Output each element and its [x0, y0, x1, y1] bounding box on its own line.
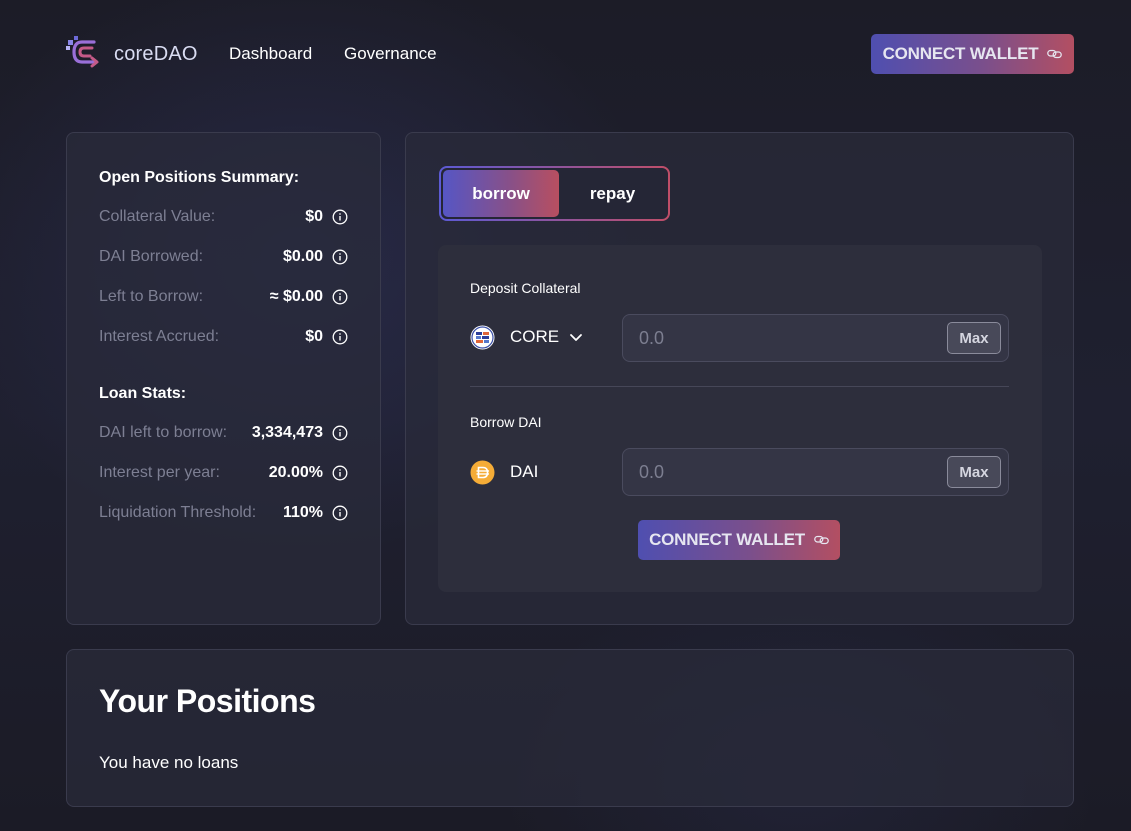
borrow-dai-label: Borrow DAI [470, 414, 542, 430]
stat-value: $0 [305, 208, 323, 225]
positions-summary-panel: Open Positions Summary: Collateral Value… [66, 132, 381, 625]
top-navigation: coreDAO Dashboard Governance CONNECT WAL… [0, 0, 1131, 108]
loan-stats-heading: Loan Stats: [99, 385, 187, 402]
toggle-track: borrow repay [441, 168, 668, 219]
nav-dashboard[interactable]: Dashboard [229, 44, 312, 64]
coredao-logo-icon [66, 36, 104, 72]
connect-wallet-label: CONNECT WALLET [649, 530, 805, 549]
stat-liquidation-threshold: Liquidation Threshold: 110% [99, 502, 348, 524]
borrow-amount-input[interactable] [639, 449, 939, 495]
stat-label: DAI Borrowed: [99, 248, 204, 265]
borrow-token-name: DAI [510, 462, 539, 481]
stat-label: Collateral Value: [99, 208, 216, 225]
form-divider [470, 386, 1009, 387]
info-icon[interactable] [332, 289, 348, 305]
collateral-amount-input[interactable] [639, 315, 939, 361]
positions-title: Your Positions [99, 683, 316, 719]
borrow-amount-field: Max [622, 448, 1009, 496]
header-connect-wallet-button[interactable]: CONNECT WALLET [871, 34, 1074, 74]
borrow-max-button[interactable]: Max [947, 456, 1001, 488]
brand-logo[interactable]: coreDAO [66, 36, 198, 72]
stat-value: 110% [282, 504, 323, 521]
nav-governance[interactable]: Governance [344, 44, 437, 64]
stat-interest-per-year: Interest per year: 20.00% [99, 462, 348, 484]
brand-name: coreDAO [114, 42, 198, 65]
stat-value: $0.00 [282, 248, 323, 265]
borrow-repay-toggle: borrow repay [439, 166, 670, 221]
stat-label: Interest per year: [99, 464, 220, 481]
link-chain-icon [1047, 48, 1063, 60]
stat-collateral-value: Collateral Value: $0 [99, 206, 348, 228]
stat-label: Interest Accrued: [99, 328, 220, 345]
collateral-token-name: CORE [510, 327, 560, 346]
info-icon[interactable] [332, 505, 348, 521]
stat-dai-borrowed: DAI Borrowed: $0.00 [99, 246, 348, 268]
info-icon[interactable] [332, 249, 348, 265]
tab-borrow[interactable]: borrow [443, 170, 559, 217]
deposit-collateral-label: Deposit Collateral [470, 280, 581, 296]
stat-value: ≈ $0.00 [269, 288, 323, 305]
form-connect-wallet-button[interactable]: CONNECT WALLET [638, 520, 840, 560]
collateral-amount-field: Max [622, 314, 1009, 362]
stat-interest-accrued: Interest Accrued: $0 [99, 326, 348, 348]
collateral-max-button[interactable]: Max [947, 322, 1001, 354]
stat-value: $0 [305, 328, 323, 345]
borrow-form: Deposit Collateral CORE 0.0 Max Borrow D… [438, 245, 1042, 592]
borrow-token: DAI [470, 459, 538, 485]
connect-wallet-label: CONNECT WALLET [882, 44, 1039, 63]
your-positions-panel: Your Positions You have no loans [66, 649, 1074, 807]
info-icon[interactable] [332, 209, 348, 225]
link-chain-icon [814, 534, 829, 546]
chevron-down-icon[interactable] [569, 333, 583, 342]
open-positions-heading: Open Positions Summary: [99, 169, 300, 186]
tab-repay[interactable]: repay [559, 170, 666, 217]
info-icon[interactable] [332, 465, 348, 481]
stat-label: Left to Borrow: [99, 288, 204, 305]
stat-label: Liquidation Threshold: [99, 504, 257, 521]
stat-label: DAI left to borrow: [99, 424, 228, 441]
info-icon[interactable] [332, 425, 348, 441]
stat-left-to-borrow: Left to Borrow: ≈ $0.00 [99, 286, 348, 308]
collateral-token-select[interactable]: CORE [470, 324, 583, 350]
dai-token-icon [470, 460, 495, 485]
stat-dai-left-to-borrow: DAI left to borrow: 3,334,473 [99, 422, 348, 444]
borrow-repay-panel: borrow repay Deposit Collateral CORE 0.0… [405, 132, 1074, 625]
core-token-icon [470, 325, 495, 350]
stat-value: 3,334,473 [251, 424, 323, 441]
positions-empty-message: You have no loans [99, 753, 239, 772]
stat-value: 20.00% [268, 464, 323, 481]
info-icon[interactable] [332, 329, 348, 345]
